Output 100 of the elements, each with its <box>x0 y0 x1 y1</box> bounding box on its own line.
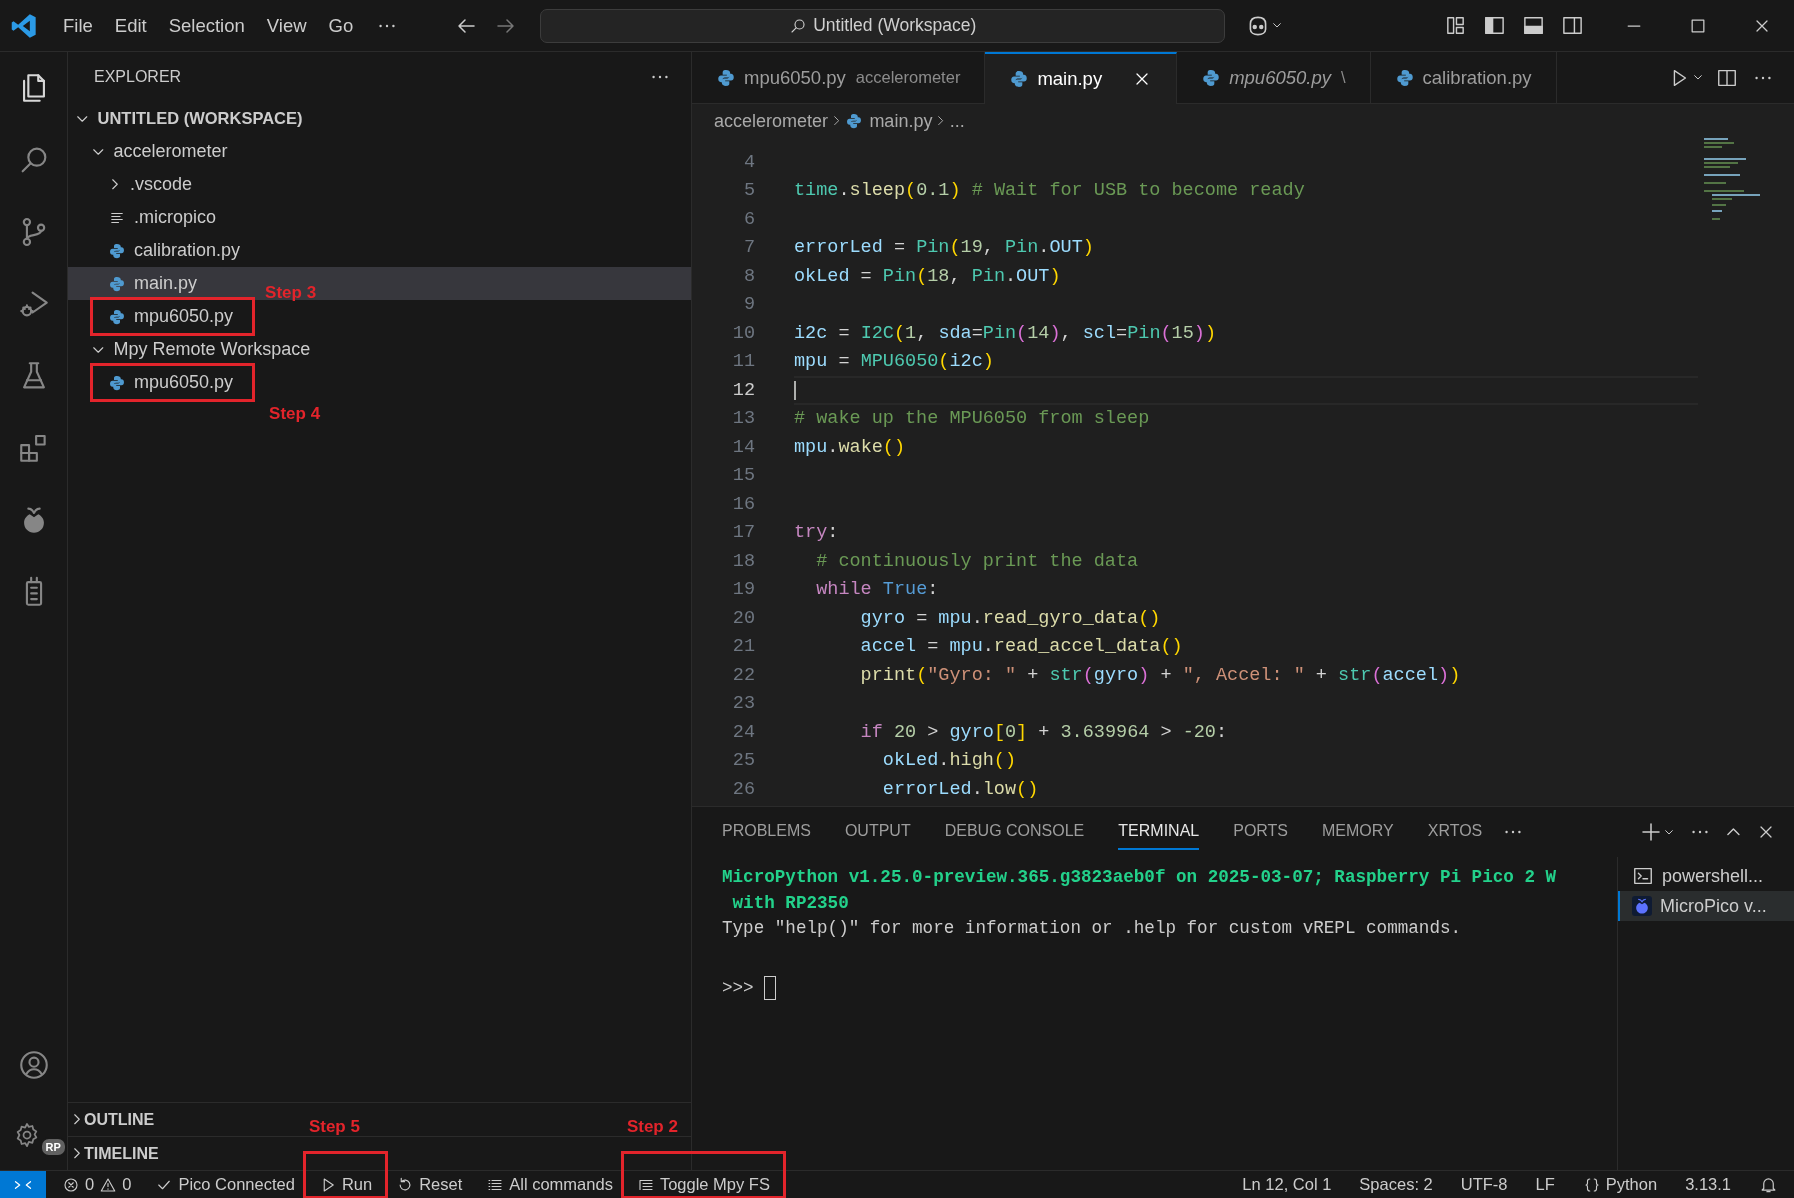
folder-row[interactable]: accelerometer <box>68 135 691 168</box>
status-item[interactable]: Python <box>1574 1171 1666 1198</box>
line-number: 8 <box>742 265 755 287</box>
tree-row[interactable]: mpu6050.py <box>68 366 691 399</box>
berry-icon <box>1632 896 1652 916</box>
panel-tab[interactable]: PORTS <box>1233 814 1289 850</box>
terminal-prompt: >>> <box>722 977 754 998</box>
code-line: while True: <box>815 579 939 601</box>
breadcrumb[interactable]: accelerometer <box>714 110 829 132</box>
python-file-icon <box>1009 69 1030 89</box>
line-number: 21 <box>731 636 755 658</box>
editor-tab[interactable]: calibration.py <box>1370 52 1557 103</box>
python-file-icon <box>108 274 126 293</box>
code-line: try: <box>794 522 839 544</box>
status-item[interactable]: UTF-8 <box>1452 1171 1516 1198</box>
panel-tab[interactable]: DEBUG CONSOLE <box>944 814 1085 850</box>
step-label: Step 4 <box>269 404 321 424</box>
menu-item[interactable]: Edit <box>103 14 158 37</box>
python-file-icon <box>1394 67 1415 88</box>
layout-icon[interactable] <box>1444 14 1467 37</box>
terminal-line: Type "help()" for more information or .help for custom vREPL commands. <box>722 917 1463 941</box>
line-number: 16 <box>731 493 755 515</box>
status-item[interactable]: Ln 12, Col 1 <box>1234 1171 1340 1198</box>
line-number: 15 <box>731 465 755 487</box>
code-line: time.sleep(0.1) # Wait for USB to become ready <box>794 180 1305 202</box>
status-item[interactable]: Toggle Mpy FS <box>628 1171 778 1198</box>
status-item[interactable]: All commands <box>478 1171 621 1198</box>
tree-row[interactable]: calibration.py <box>68 234 691 267</box>
panel-title: EXPLORER <box>94 68 182 86</box>
code-line: okLed = Pin(18, Pin.OUT) <box>794 265 1061 287</box>
status-item[interactable]: LF <box>1527 1171 1563 1198</box>
code-line: mpu.wake() <box>794 436 906 458</box>
status-item[interactable]: Spaces: 2 <box>1351 1171 1441 1198</box>
tree-row[interactable]: .micropico <box>68 201 691 234</box>
error-icon <box>62 1175 80 1194</box>
folder-row[interactable]: Mpy Remote Workspace <box>68 333 691 366</box>
search-icon <box>789 16 808 35</box>
code-line: gyro = mpu.read_gyro_data() <box>859 607 1161 629</box>
breadcrumb[interactable]: main.py <box>845 110 933 132</box>
python-file-icon <box>108 307 126 326</box>
terminal-cursor <box>763 976 776 1001</box>
chevron-up-icon[interactable] <box>1727 828 1740 836</box>
python-file-icon <box>108 373 126 392</box>
line-number: 22 <box>731 664 755 686</box>
panel-tab[interactable]: TERMINAL <box>1118 814 1200 850</box>
menu-item[interactable]: Selection <box>157 14 256 37</box>
tree-row[interactable]: mpu6050.py <box>68 300 691 333</box>
code-line: # wake up the MPU6050 from sleep <box>794 408 1150 430</box>
secondary-sidebar-icon[interactable] <box>1561 14 1584 37</box>
line-number: 12 <box>731 379 755 401</box>
line-number: 10 <box>731 322 755 344</box>
step-label: Step 3 <box>265 283 317 303</box>
status-item[interactable]: Reset <box>388 1171 471 1198</box>
code-line: errorLed.low() <box>881 778 1039 800</box>
line-number: 20 <box>731 607 755 629</box>
chevron-right-icon <box>834 116 840 126</box>
terminal-session[interactable]: MicroPico v... <box>1618 891 1794 921</box>
line-number: 14 <box>731 436 755 458</box>
bell-icon[interactable] <box>1759 1175 1778 1194</box>
python-file-icon <box>845 112 864 130</box>
status-item[interactable]: Run <box>310 1171 381 1198</box>
caret-icon[interactable] <box>1665 829 1674 835</box>
panel-icon[interactable] <box>1522 14 1545 37</box>
primary-sidebar-icon[interactable] <box>1483 14 1506 37</box>
terminal-line: with RP2350 <box>731 891 850 915</box>
menu-item[interactable]: Go <box>317 14 365 37</box>
line-number: 13 <box>731 408 755 430</box>
status-item[interactable]: 3.13.1 <box>1677 1171 1739 1198</box>
menu-item[interactable]: View <box>255 14 318 37</box>
line-number: 19 <box>731 579 755 601</box>
step-label: Step 5 <box>308 1117 360 1137</box>
code-line: mpu = MPU6050(i2c) <box>794 351 994 373</box>
folder-row[interactable]: .vscode <box>68 168 691 201</box>
line-number: 5 <box>742 180 755 202</box>
problems-status[interactable]: 0 0 <box>54 1171 140 1198</box>
panel-tab[interactable]: MEMORY <box>1322 814 1394 850</box>
code-line: okLed.high() <box>881 750 1017 772</box>
folder-row[interactable]: UNTITLED (WORKSPACE) <box>68 102 691 135</box>
line-number: 25 <box>731 750 755 772</box>
command-center-search[interactable]: Untitled (Workspace) <box>540 8 1226 43</box>
terminal-session[interactable]: powershell... <box>1618 861 1794 891</box>
panel-tab[interactable]: XRTOS <box>1427 814 1483 850</box>
breadcrumb[interactable]: ... <box>949 110 965 132</box>
editor-tab[interactable]: mpu6050.py \ <box>1177 52 1371 103</box>
caret-icon[interactable] <box>1694 75 1702 80</box>
panel-tab[interactable]: OUTPUT <box>844 814 911 850</box>
caret-icon[interactable] <box>1273 23 1282 28</box>
line-number: 9 <box>742 294 755 316</box>
code-line: if 20 > gyro[0] + 3.639964 > -20: <box>859 721 1228 743</box>
line-number: 4 <box>742 151 755 173</box>
menu-item[interactable]: File <box>52 14 104 37</box>
line-number: 6 <box>742 208 755 230</box>
text-cursor <box>794 381 796 400</box>
line-number: 26 <box>731 778 755 800</box>
status-item[interactable]: Pico Connected <box>147 1171 303 1198</box>
panel-tab[interactable]: PROBLEMS <box>722 814 811 850</box>
python-file-icon <box>108 241 126 260</box>
code-line: print("Gyro: " + str(gyro) + ", Accel: " + str(accel)) <box>859 664 1461 686</box>
badge: RP <box>39 1137 67 1157</box>
editor-tab[interactable]: main.py <box>985 52 1178 104</box>
